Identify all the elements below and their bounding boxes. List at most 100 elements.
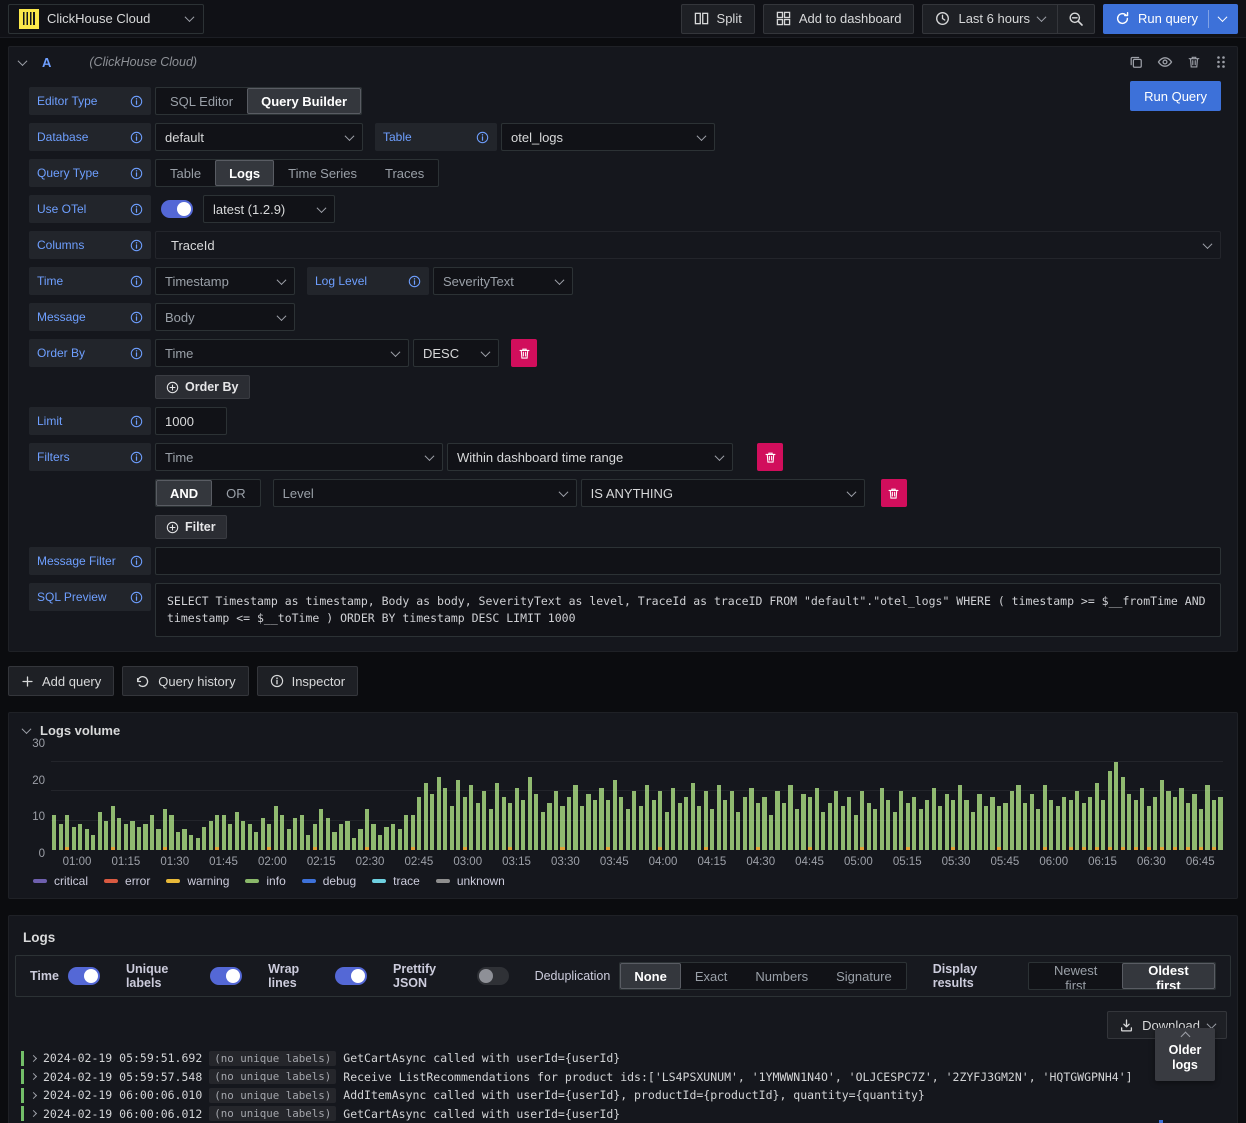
remove-filter2-button[interactable] (880, 479, 907, 507)
info-icon[interactable] (408, 275, 421, 288)
drag-handle-icon[interactable] (1215, 55, 1227, 69)
expand-log-icon[interactable] (29, 1110, 38, 1118)
expand-log-icon[interactable] (29, 1091, 38, 1099)
message-filter-input[interactable] (155, 547, 1221, 575)
unknown-swatch-icon (435, 879, 450, 883)
filter-conjunction-group-option-and[interactable]: AND (156, 480, 213, 506)
log-row[interactable]: 2024-02-19 06:00:06.010 (no unique labels… (21, 1086, 1167, 1105)
toggle-unique-labels-switch[interactable] (210, 967, 243, 985)
database-select[interactable]: default (155, 123, 363, 151)
hide-response-eye-icon[interactable] (1157, 54, 1173, 70)
log-row[interactable]: 2024-02-19 05:59:51.692 (no unique labels… (21, 1049, 1167, 1068)
info-icon[interactable] (476, 131, 489, 144)
order-by-direction-select[interactable]: DESC (413, 339, 499, 367)
expand-log-icon[interactable] (29, 1054, 38, 1062)
x-tick: 06:45 (1185, 856, 1215, 868)
info-icon[interactable] (130, 311, 143, 324)
log-labels-badge: (no unique labels) (209, 1050, 337, 1066)
query-type-group-option-table[interactable]: Table (156, 160, 215, 186)
split-button[interactable]: Split (680, 3, 755, 34)
editor-type-group-option-sql-editor[interactable]: SQL Editor (156, 88, 247, 114)
remove-filter-button[interactable] (757, 443, 783, 471)
filter2-operator-select[interactable]: IS ANYTHING (580, 479, 865, 507)
query-type-group-option-time-series[interactable]: Time Series (274, 160, 371, 186)
query-history-button[interactable]: Query history (122, 666, 249, 696)
filter-conjunction-group: AND OR (155, 479, 261, 507)
legend-item-critical[interactable]: critical (33, 874, 88, 888)
time-column-select[interactable]: Timestamp (155, 267, 295, 295)
query-type-group-option-traces[interactable]: Traces (371, 160, 438, 186)
filter-field-select[interactable]: Time (155, 443, 443, 471)
toggle-wrap-lines-switch[interactable] (335, 967, 367, 985)
log-message: GetCartAsync called with userId={userId} (343, 1106, 621, 1121)
chevron-down-icon (554, 274, 565, 285)
editor-type-label: Editor Type (29, 87, 151, 115)
duplicate-query-icon[interactable] (1129, 55, 1143, 69)
older-logs-button[interactable]: Older logs (1155, 1028, 1215, 1081)
use-otel-toggle[interactable] (161, 200, 193, 218)
add-to-dashboard-button[interactable]: Add to dashboard (762, 3, 915, 34)
time-range-button[interactable]: Last 6 hours (922, 3, 1059, 34)
editor-type-group-option-query-builder[interactable]: Query Builder (247, 88, 362, 114)
logs-volume-plot[interactable] (51, 761, 1223, 850)
zoom-out-button[interactable] (1058, 3, 1096, 34)
legend-item-unknown[interactable]: unknown (435, 874, 505, 888)
toggle-prettify-json-switch[interactable] (476, 967, 509, 985)
info-icon[interactable] (130, 555, 143, 568)
legend-item-debug[interactable]: debug (301, 874, 356, 888)
filter-operator-select[interactable]: Within dashboard time range (447, 443, 733, 471)
toggle-time-switch[interactable] (67, 967, 100, 985)
legend-item-warning[interactable]: warning (166, 874, 229, 888)
info-icon[interactable] (130, 203, 143, 216)
query-type-group-option-logs[interactable]: Logs (215, 160, 275, 186)
deduplication-group-option-signature[interactable]: Signature (822, 963, 906, 989)
message-column-select[interactable]: Body (155, 303, 295, 331)
columns-multiselect[interactable]: TraceId (155, 231, 1221, 259)
remove-query-trash-icon[interactable] (1187, 55, 1201, 69)
legend-item-trace[interactable]: trace (372, 874, 420, 888)
legend-item-info[interactable]: info (245, 874, 286, 888)
collapse-query-icon[interactable] (17, 55, 28, 66)
expand-log-icon[interactable] (29, 1073, 38, 1081)
collapse-panel-icon[interactable] (21, 724, 32, 735)
filter-conjunction-group-option-or[interactable]: OR (212, 480, 260, 506)
inspector-button[interactable]: Inspector (256, 666, 359, 696)
filter2-field-select[interactable]: Level (272, 479, 577, 507)
deduplication-group-option-none[interactable]: None (620, 963, 681, 989)
run-query-button[interactable]: Run query (1103, 3, 1238, 34)
otel-version-select[interactable]: latest (1.2.9) (203, 195, 335, 223)
info-icon[interactable] (130, 95, 143, 108)
info-icon[interactable] (130, 239, 143, 252)
add-query-button[interactable]: Add query (8, 666, 115, 696)
deduplication-group-option-exact[interactable]: Exact (681, 963, 742, 989)
info-icon[interactable] (130, 591, 143, 604)
log-level-select[interactable]: SeverityText (433, 267, 573, 295)
editor-type-group: SQL Editor Query Builder (155, 87, 363, 115)
x-tick: 01:30 (160, 856, 190, 868)
order-by-field-select[interactable]: Time (155, 339, 409, 367)
info-icon[interactable] (130, 275, 143, 288)
sql-preview-text: SELECT Timestamp as timestamp, Body as b… (155, 583, 1221, 637)
display-results-group-option-newest-first[interactable]: Newest first (1029, 963, 1121, 989)
remove-order-by-button[interactable] (511, 339, 537, 367)
run-query-panel-button[interactable]: Run Query (1130, 81, 1221, 111)
query-ref-id[interactable]: A (42, 55, 51, 70)
limit-input[interactable]: 1000 (155, 407, 227, 435)
legend-item-error[interactable]: error (104, 874, 150, 888)
query-editor-panel: A (ClickHouse Cloud) Run Query Editor Ty… (8, 46, 1238, 652)
log-row[interactable]: 2024-02-19 06:00:06.012 (no unique labels… (21, 1105, 1167, 1123)
clock-icon (935, 11, 950, 26)
log-row[interactable]: 2024-02-19 05:59:57.548 (no unique labels… (21, 1068, 1167, 1087)
display-results-group-option-oldest-first[interactable]: Oldest first (1121, 963, 1215, 989)
info-icon[interactable] (130, 167, 143, 180)
info-icon[interactable] (130, 451, 143, 464)
info-icon[interactable] (130, 415, 143, 428)
add-filter-button[interactable]: Filter (155, 515, 227, 539)
info-icon[interactable] (130, 131, 143, 144)
table-select[interactable]: otel_logs (501, 123, 715, 151)
datasource-picker[interactable]: ClickHouse Cloud (8, 3, 204, 34)
order-by-label: Order By (29, 339, 151, 367)
deduplication-group-option-numbers[interactable]: Numbers (741, 963, 822, 989)
add-order-by-button[interactable]: Order By (155, 375, 250, 399)
info-icon[interactable] (130, 347, 143, 360)
